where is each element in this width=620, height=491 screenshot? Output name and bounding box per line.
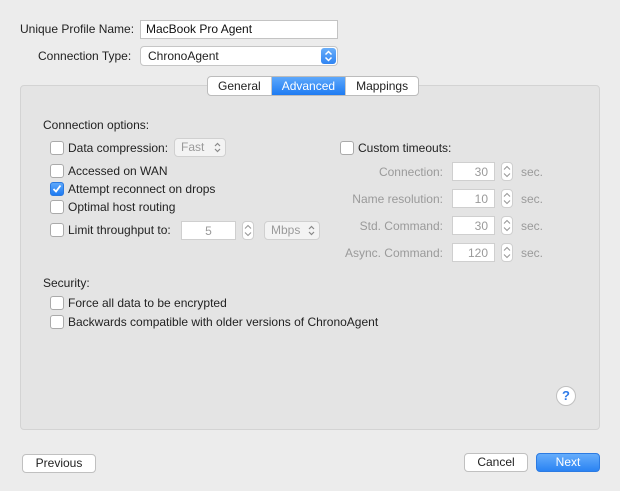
stepper-arrows-icon <box>503 246 511 259</box>
connection-options-heading: Connection options: <box>43 118 150 132</box>
stepper-arrows-icon <box>503 192 511 205</box>
throughput-unit-value: Mbps <box>271 223 301 237</box>
accessed-on-wan-label: Accessed on WAN <box>68 164 168 178</box>
advanced-panel <box>20 85 600 430</box>
name-resolution-stepper[interactable] <box>501 189 513 208</box>
connection-type-select[interactable]: ChronoAgent <box>140 46 338 66</box>
async-command-stepper[interactable] <box>501 243 513 262</box>
compression-level-select[interactable]: Fast <box>174 138 226 157</box>
profile-name-label: Unique Profile Name: <box>20 22 135 36</box>
tab-general[interactable]: General <box>208 77 272 95</box>
std-command-label: Std. Command: <box>359 219 443 233</box>
chevron-updown-icon <box>308 225 315 236</box>
tab-advanced[interactable]: Advanced <box>271 77 347 95</box>
stepper-arrows-icon <box>244 224 252 237</box>
async-command-unit: sec. <box>521 246 544 260</box>
name-resolution-label: Name resolution: <box>352 192 443 206</box>
cancel-button[interactable]: Cancel <box>464 453 528 472</box>
connection-timeout-input[interactable]: 30 <box>452 162 495 181</box>
connection-timeout-unit: sec. <box>521 165 544 179</box>
std-command-input[interactable]: 30 <box>452 216 495 235</box>
connection-type-label: Connection Type: <box>38 49 132 63</box>
custom-timeouts-checkbox[interactable] <box>340 141 354 155</box>
attempt-reconnect-label: Attempt reconnect on drops <box>68 182 216 196</box>
force-encrypt-checkbox[interactable] <box>50 296 64 310</box>
chevron-updown-icon <box>321 48 336 64</box>
attempt-reconnect-checkbox[interactable] <box>50 182 64 196</box>
connection-timeout-stepper[interactable] <box>501 162 513 181</box>
connection-type-value: ChronoAgent <box>148 49 219 63</box>
data-compression-checkbox[interactable] <box>50 141 64 155</box>
stepper-arrows-icon <box>503 219 511 232</box>
backwards-compat-label: Backwards compatible with older versions… <box>68 315 379 329</box>
compression-level-value: Fast <box>181 140 205 154</box>
force-encrypt-label: Force all data to be encrypted <box>68 296 227 310</box>
chevron-updown-icon <box>214 142 221 153</box>
profile-name-input[interactable]: MacBook Pro Agent <box>140 20 338 39</box>
limit-throughput-label: Limit throughput to: <box>68 223 171 237</box>
tab-mappings[interactable]: Mappings <box>346 77 418 95</box>
connection-timeout-label: Connection: <box>378 165 443 179</box>
async-command-input[interactable]: 120 <box>452 243 495 262</box>
name-resolution-unit: sec. <box>521 192 544 206</box>
data-compression-label: Data compression: <box>68 141 169 155</box>
throughput-input[interactable]: 5 <box>181 221 236 240</box>
optimal-routing-label: Optimal host routing <box>68 200 176 214</box>
tab-bar: General Advanced Mappings <box>207 76 420 96</box>
name-resolution-input[interactable]: 10 <box>452 189 495 208</box>
stepper-arrows-icon <box>503 165 511 178</box>
limit-throughput-checkbox[interactable] <box>50 223 64 237</box>
async-command-label: Async. Command: <box>344 246 443 260</box>
throughput-unit-select[interactable]: Mbps <box>264 221 320 240</box>
std-command-stepper[interactable] <box>501 216 513 235</box>
accessed-on-wan-checkbox[interactable] <box>50 164 64 178</box>
backwards-compat-checkbox[interactable] <box>50 315 64 329</box>
security-heading: Security: <box>43 276 90 290</box>
optimal-routing-checkbox[interactable] <box>50 200 64 214</box>
previous-button[interactable]: Previous <box>22 454 96 473</box>
std-command-unit: sec. <box>521 219 544 233</box>
throughput-stepper[interactable] <box>242 221 254 240</box>
checkmark-icon <box>52 184 62 193</box>
help-button[interactable]: ? <box>556 386 576 406</box>
custom-timeouts-label: Custom timeouts: <box>358 141 452 155</box>
next-button[interactable]: Next <box>536 453 600 472</box>
